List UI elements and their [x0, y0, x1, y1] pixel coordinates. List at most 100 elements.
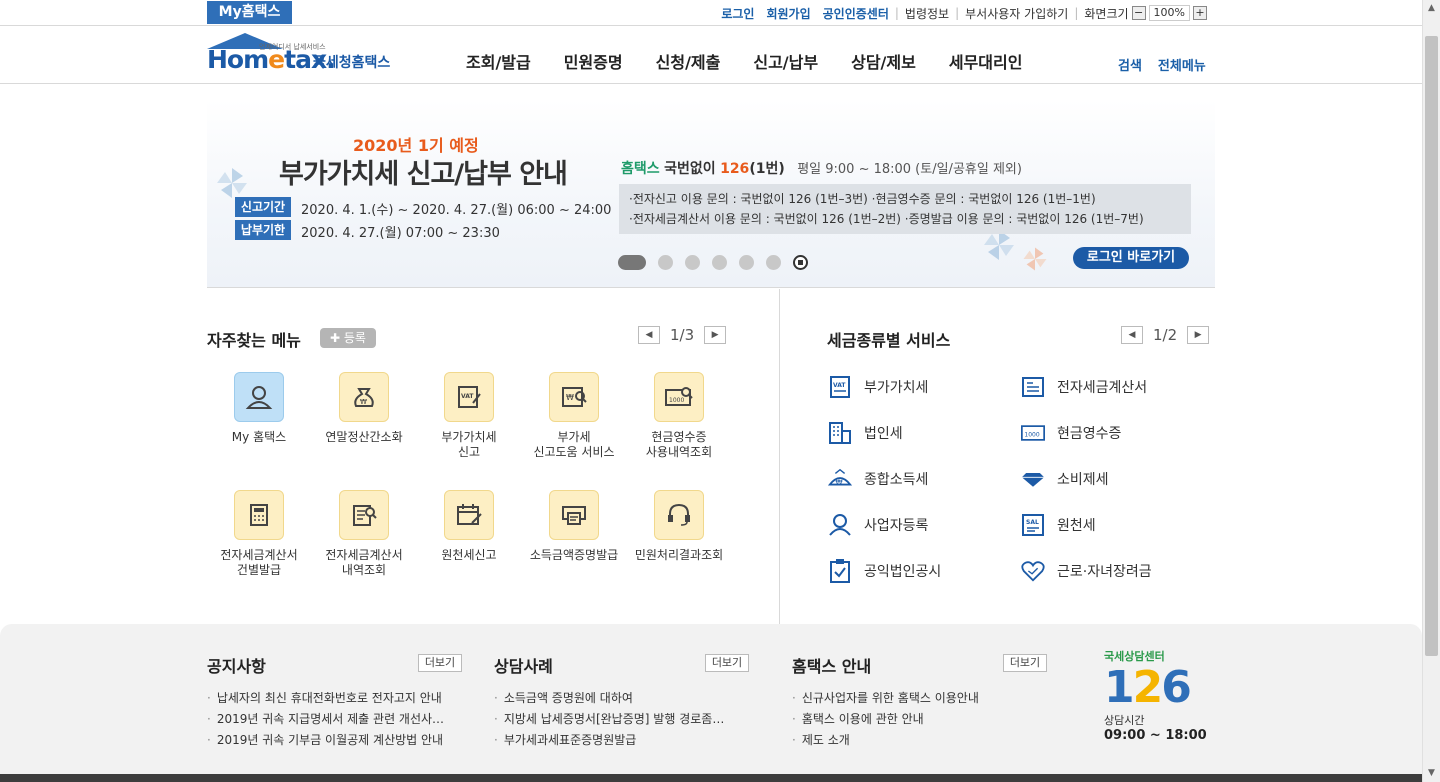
search-link[interactable]: 검색: [1118, 55, 1142, 74]
next-page-icon[interactable]: ▶: [1187, 326, 1210, 344]
receipt-search-icon: 1000: [654, 372, 704, 422]
guide-more-button[interactable]: 더보기: [1003, 654, 1047, 672]
svc-label: 현금영수증: [1057, 426, 1122, 442]
nav-item-tax-agent[interactable]: 세무대리인: [949, 49, 1023, 73]
fav-label: 부가가치세 신고: [441, 430, 497, 459]
cert-center-link[interactable]: 공인인증센터: [823, 5, 889, 22]
fav-label: 전자세금계산서 건별발급: [220, 548, 298, 577]
calendar-edit-icon: [444, 490, 494, 540]
nav-item-certificate[interactable]: 민원증명: [564, 49, 623, 73]
call-center-hours-label: 상담시간: [1104, 714, 1145, 727]
svc-item-vat[interactable]: VAT 부가가치세: [828, 375, 928, 399]
help-detail-box: ·전자신고 이용 문의 : 국번없이 126 (1번–3번) ·현금영수증 문의…: [619, 184, 1191, 234]
svc-item-consumption-tax[interactable]: 소비제세: [1021, 467, 1109, 491]
separator: |: [1074, 6, 1079, 20]
section-divider: [779, 289, 780, 624]
screen-size-label: 화면크기: [1084, 6, 1129, 21]
fav-item-year-end[interactable]: ₩ 연말정산간소화: [309, 372, 419, 445]
fav-item-income-cert[interactable]: 소득금액증명발급: [519, 490, 629, 563]
zoom-out-button[interactable]: −: [1131, 6, 1146, 20]
fav-item-vat-help[interactable]: ₩ 부가세 신고도움 서비스: [519, 372, 629, 460]
fav-item-vat-report[interactable]: VAT 부가가치세 신고: [414, 372, 524, 460]
prev-page-icon[interactable]: ◀: [638, 326, 660, 344]
svc-item-income-tax[interactable]: ₩ 종합소득세: [828, 467, 928, 491]
main-banner[interactable]: 2020년 1기 예정 부가가치세 신고/납부 안내 신고기간 2020. 4.…: [207, 100, 1215, 288]
favorites-title: 자주찾는 메뉴: [207, 331, 301, 350]
banner-dot[interactable]: [766, 255, 781, 270]
scroll-thumb[interactable]: [1425, 36, 1438, 656]
banner-login-button[interactable]: 로그인 바로가기: [1073, 247, 1189, 269]
nav-item-report-pay[interactable]: 신고/납부: [753, 49, 818, 73]
fav-item-petition-result[interactable]: 민원처리결과조회: [624, 490, 734, 563]
svc-item-withholding[interactable]: SAL 원천세: [1021, 513, 1096, 537]
svc-item-corporate-tax[interactable]: 법인세: [828, 421, 903, 445]
case-item[interactable]: 지방세 납세증명서[완납증명] 발행 경로좀…: [494, 709, 740, 730]
guide-item[interactable]: 홈택스 이용에 관한 안내: [792, 709, 1038, 730]
person-icon: [828, 513, 852, 537]
vat-icon: VAT: [828, 375, 852, 399]
prev-page-icon[interactable]: ◀: [1121, 326, 1143, 344]
notice-more-button[interactable]: 더보기: [418, 654, 462, 672]
pinwheel-icon: [1023, 247, 1047, 271]
nav-item-application[interactable]: 신청/제출: [656, 49, 721, 73]
clipboard-icon: [828, 559, 852, 583]
banner-dot[interactable]: [658, 255, 673, 270]
notice-item[interactable]: 납세자의 최신 휴대전화번호로 전자고지 안내: [207, 688, 453, 709]
banner-dot[interactable]: [712, 255, 727, 270]
all-menu-link[interactable]: 전체메뉴: [1158, 55, 1206, 74]
banner-dot[interactable]: [685, 255, 700, 270]
zoom-value: 100%: [1148, 5, 1190, 21]
banner-dot[interactable]: [739, 255, 754, 270]
svc-label: 종합소득세: [864, 472, 929, 488]
svc-item-e-invoice[interactable]: 전자세금계산서: [1021, 375, 1147, 399]
banner-title: 부가가치세 신고/납부 안내: [279, 159, 568, 190]
fav-item-my-hometax[interactable]: My 홈택스: [204, 372, 314, 445]
payment-deadline-text: 2020. 4. 27.(월) 07:00 ~ 23:30: [301, 226, 500, 241]
svc-label: 법인세: [864, 426, 903, 442]
nav-item-inquiry[interactable]: 조회/발급: [466, 49, 531, 73]
notice-item[interactable]: 2019년 귀속 지급명세서 제출 관련 개선사…: [207, 709, 453, 730]
zoom-in-button[interactable]: +: [1193, 6, 1207, 20]
scroll-down-icon[interactable]: ▼: [1423, 765, 1440, 782]
case-item[interactable]: 소득금액 증명원에 대하여: [494, 688, 740, 709]
fav-item-e-invoice-list[interactable]: 전자세금계산서 내역조회: [309, 490, 419, 578]
logo-subtitle: 국세청홈택스: [313, 55, 391, 71]
favorites-page-indicator: 1/3: [670, 326, 695, 344]
my-hometax-button[interactable]: My홈택스: [207, 1, 292, 24]
banner-dot-active[interactable]: [618, 255, 646, 270]
svg-text:1000: 1000: [669, 397, 684, 404]
fav-label: 전자세금계산서 내역조회: [325, 548, 403, 577]
scroll-up-icon[interactable]: ▲: [1423, 0, 1440, 17]
svc-item-public-corp[interactable]: 공익법인공시: [828, 559, 941, 583]
building-icon: [828, 421, 852, 445]
cases-list: 소득금액 증명원에 대하여 지방세 납세증명서[완납증명] 발행 경로좀… 부가…: [494, 688, 740, 751]
page-scrollbar[interactable]: ▲ ▼: [1422, 0, 1440, 782]
law-info-link[interactable]: 법령정보: [905, 5, 949, 22]
fav-item-withholding[interactable]: 원천세신고: [414, 490, 524, 563]
add-favorite-button[interactable]: ✚ 등록: [320, 328, 376, 348]
cases-more-button[interactable]: 더보기: [705, 654, 749, 672]
case-item[interactable]: 부가세과세표준증명원발급: [494, 730, 740, 751]
fav-item-cash-receipt[interactable]: 1000 현금영수증 사용내역조회: [624, 372, 734, 460]
guide-item[interactable]: 제도 소개: [792, 730, 1038, 751]
guide-item[interactable]: 신규사업자를 위한 홈택스 이용안내: [792, 688, 1038, 709]
notice-list: 납세자의 최신 휴대전화번호로 전자고지 안내 2019년 귀속 지급명세서 제…: [207, 688, 453, 751]
next-page-icon[interactable]: ▶: [704, 326, 727, 344]
hometax-logo[interactable]: 언제어디서 납세서비스 Hometax. 국세청홈택스: [207, 33, 397, 79]
dept-signup-link[interactable]: 부서사용자 가입하기: [965, 5, 1068, 22]
svc-item-earned-income-credit[interactable]: 근로·자녀장려금: [1021, 559, 1152, 583]
pause-icon[interactable]: [793, 255, 808, 270]
main-nav: 조회/발급 민원증명 신청/제출 신고/납부 상담/제보 세무대리인: [466, 49, 1022, 73]
utility-links: 로그인 회원가입 공인인증센터 | 법령정보 | 부서사용자 가입하기 | 화면…: [709, 4, 1210, 22]
fav-item-e-invoice-issue[interactable]: 전자세금계산서 건별발급: [204, 490, 314, 578]
tax-services-page-indicator: 1/2: [1153, 326, 1178, 344]
svg-text:1000: 1000: [1024, 431, 1039, 438]
notice-item[interactable]: 2019년 귀속 기부금 이월공제 계산방법 안내: [207, 730, 453, 751]
signup-link[interactable]: 회원가입: [766, 5, 810, 22]
nav-item-consult[interactable]: 상담/제보: [851, 49, 916, 73]
login-link[interactable]: 로그인: [721, 5, 754, 22]
svc-item-cash-receipt[interactable]: 1000 현금영수증: [1021, 421, 1121, 445]
top-utility-bar: My홈택스 로그인 회원가입 공인인증센터 | 법령정보 | 부서사용자 가입하…: [0, 0, 1422, 26]
svc-item-business-registration[interactable]: 사업자등록: [828, 513, 928, 537]
banner-pagination: [618, 255, 808, 270]
